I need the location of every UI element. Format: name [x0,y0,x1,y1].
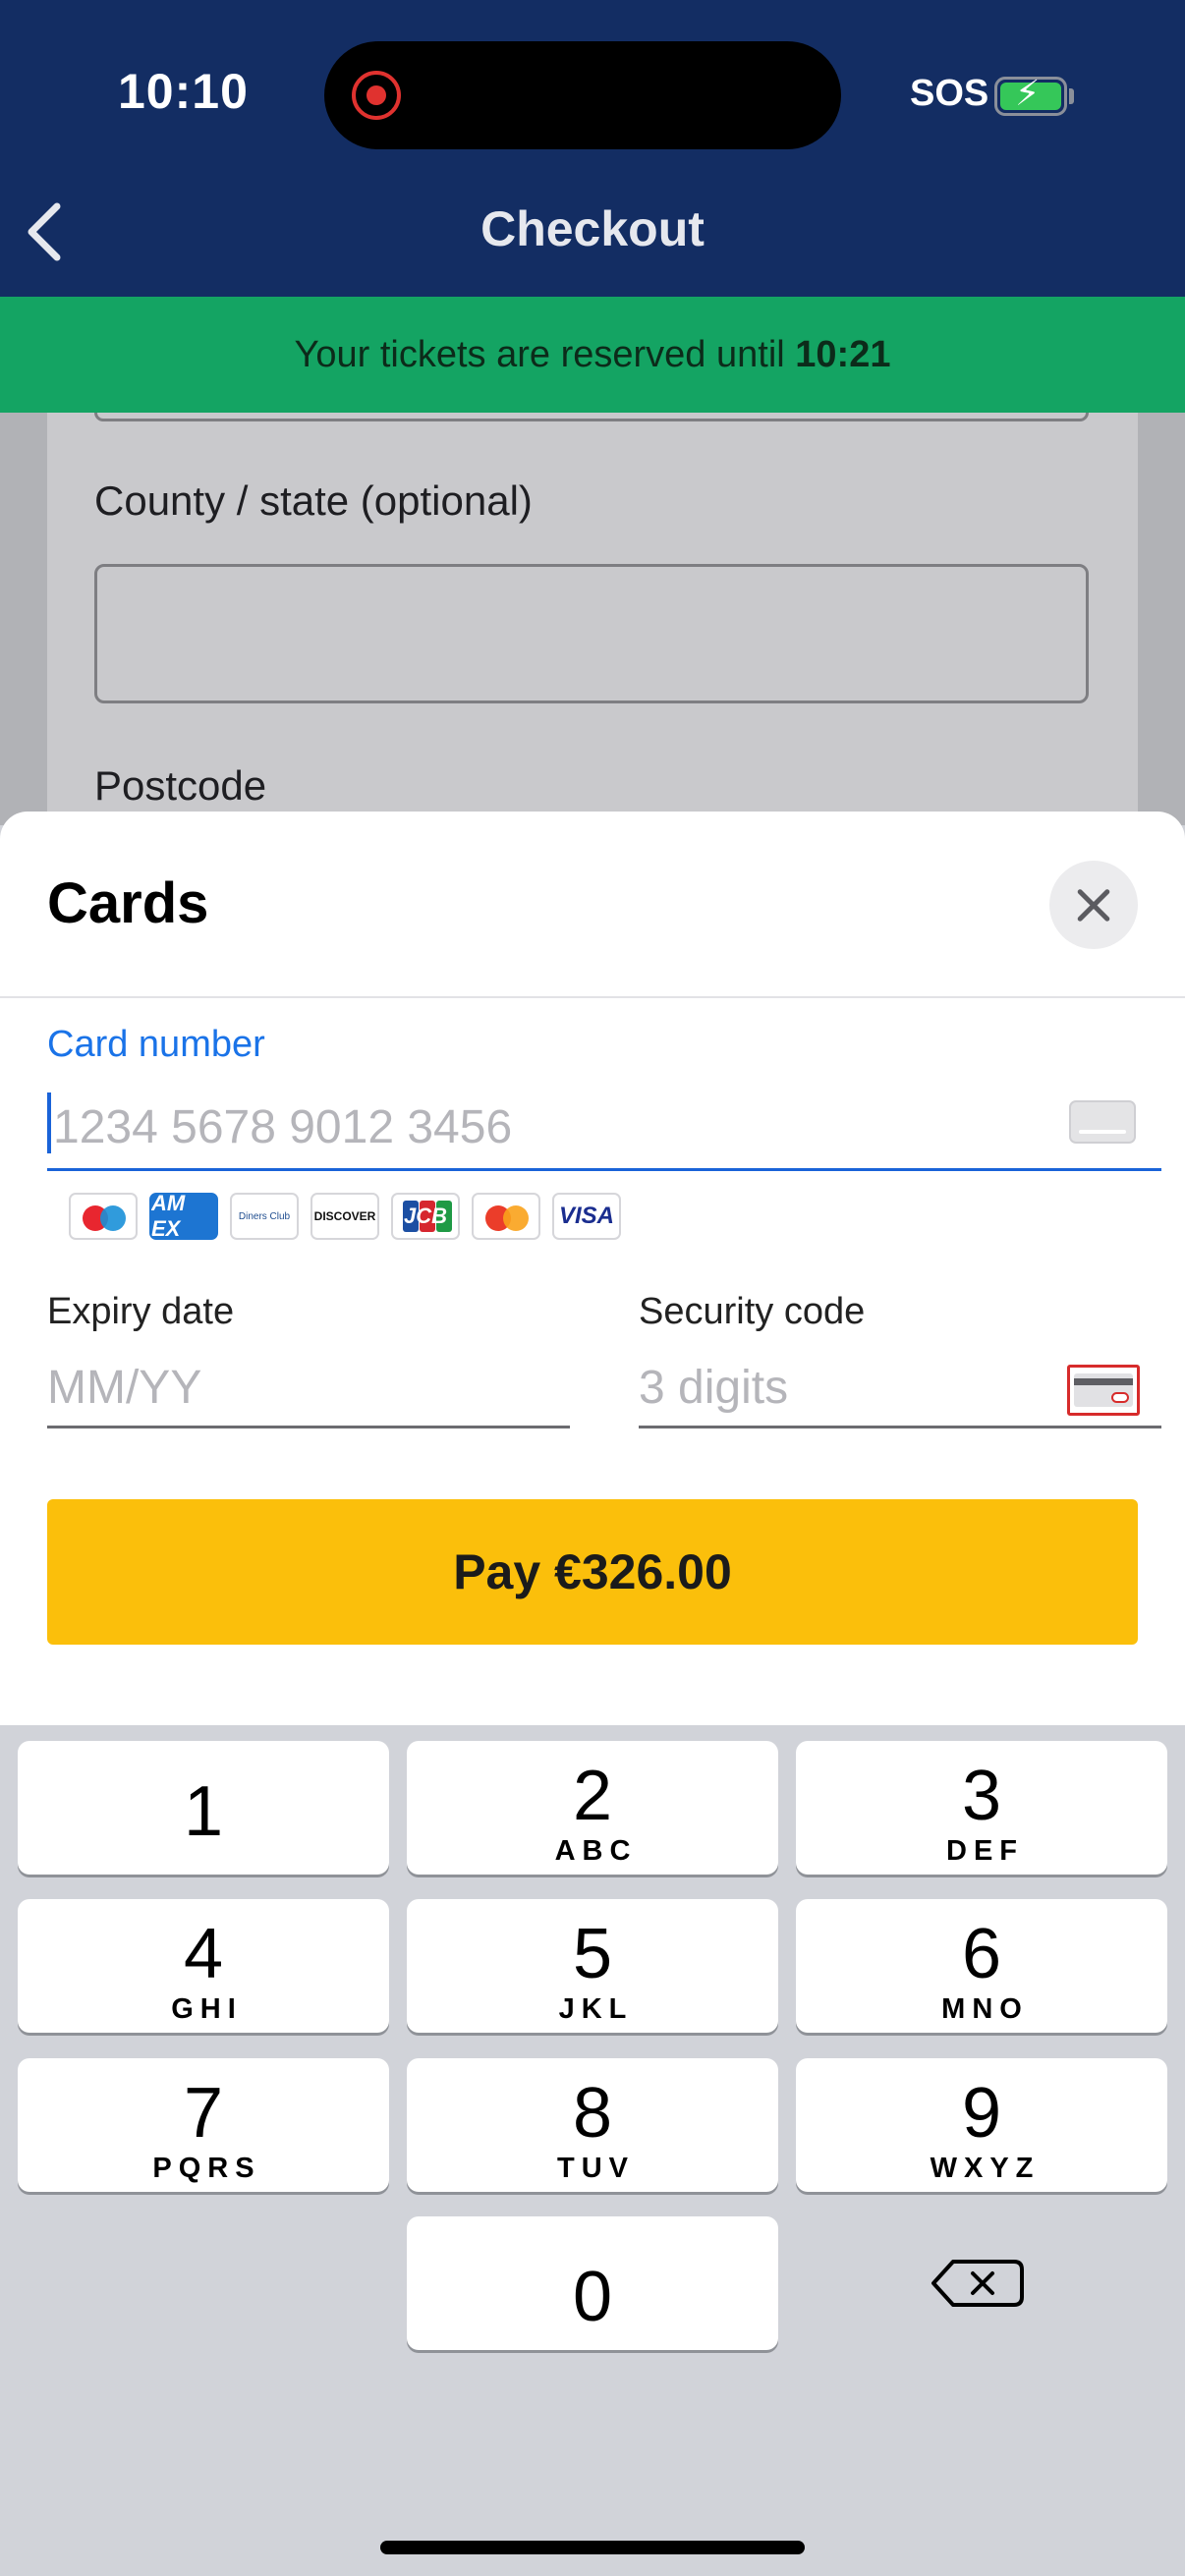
text-caret [47,1092,51,1153]
sheet-title: Cards [47,871,209,935]
reservation-text: Your tickets are reserved until [294,334,796,375]
key-6[interactable]: 6 MNO [796,1899,1167,2033]
numeric-keypad: 1 2 ABC 3 DEF 4 GHI 5 JKL 6 MNO 7 PQRS 8 TUV 9W… [0,1725,1185,2576]
visa-logo-icon: VISA [552,1193,621,1240]
maestro-logo-icon [69,1193,138,1240]
key-9[interactable]: 9 WXYZ [796,2058,1167,2192]
discover-logo-icon: DISCOVER [310,1193,379,1240]
app-header: 10:10 SOS ⚡ Checkout [0,0,1185,297]
jcb-logo-icon: JCB [391,1193,460,1240]
reservation-time: 10:21 [795,334,891,375]
key-0[interactable]: 0 [407,2216,778,2350]
card-icon [1069,1100,1136,1144]
backspace-key[interactable] [796,2216,1167,2350]
home-indicator[interactable] [380,2541,805,2554]
card-number-input[interactable] [47,1087,1161,1171]
key-1[interactable]: 1 [18,1741,389,1875]
key-3[interactable]: 3 DEF [796,1741,1167,1875]
key-8[interactable]: 8 TUV [407,2058,778,2192]
close-button[interactable] [1049,861,1138,949]
battery-icon: ⚡ [994,73,1067,116]
address-form-card: County / state (optional) Postcode [47,413,1138,825]
previous-input-edge [94,413,1089,421]
page-title: Checkout [480,201,705,256]
cards-bottom-sheet: Cards Card number AM EX Diners Club DISC… [0,812,1185,1725]
status-time: 10:10 [118,64,249,119]
dynamic-island [324,41,841,149]
key-5[interactable]: 5 JKL [407,1899,778,2033]
sheet-divider [0,996,1185,998]
card-brand-logos: AM EX Diners Club DISCOVER JCB VISA [69,1193,621,1240]
diners-club-logo-icon: Diners Club [230,1193,299,1240]
security-code-card-icon [1067,1365,1140,1416]
expiry-date-input[interactable] [47,1350,570,1428]
amex-logo-icon: AM EX [149,1193,218,1240]
postcode-label: Postcode [94,762,267,809]
county-label: County / state (optional) [94,477,533,524]
key-4[interactable]: 4 GHI [18,1899,389,2033]
reservation-banner: Your tickets are reserved until 10:21 [0,297,1185,413]
carrier-status: SOS [910,73,989,114]
expiry-date-label: Expiry date [47,1291,235,1332]
security-code-label: Security code [639,1291,866,1332]
backspace-icon [931,2260,1024,2307]
charging-bolt-icon: ⚡ [1015,73,1041,113]
mastercard-logo-icon [472,1193,540,1240]
pay-button[interactable]: Pay €326.00 [47,1499,1138,1645]
county-input [94,564,1089,703]
key-7[interactable]: 7 PQRS [18,2058,389,2192]
screen-record-icon [352,71,401,120]
card-number-label: Card number [47,1024,265,1065]
battery-tip [1069,88,1074,104]
key-2[interactable]: 2 ABC [407,1741,778,1875]
